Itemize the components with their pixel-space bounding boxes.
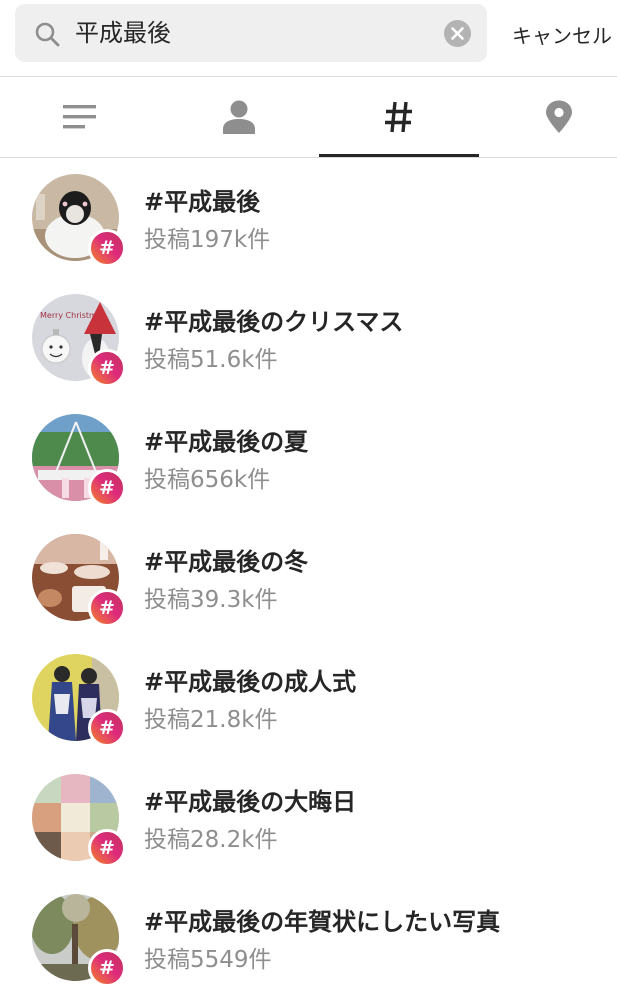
hashtag-name: #平成最後 xyxy=(144,188,261,216)
hashtag-badge-icon: # xyxy=(88,949,126,987)
hashtag-badge-icon: # xyxy=(88,349,126,387)
hashtag-result-row[interactable]: # #平成最後の成人式 投稿21.8k件 xyxy=(0,638,617,758)
post-count: 投稿197k件 xyxy=(144,227,271,253)
hashtag-badge-icon: # xyxy=(88,469,126,507)
hashtag-name: #平成最後の冬 xyxy=(144,548,309,576)
hashtag-result-row[interactable]: # #平成最後の年賀状にしたい写真 投稿5549件 xyxy=(0,878,617,998)
post-count: 投稿39.3k件 xyxy=(144,587,278,613)
hashtag-name: #平成最後の夏 xyxy=(144,428,309,456)
hashtag-result-row[interactable]: # #平成最後の夏 投稿656k件 xyxy=(0,398,617,518)
hashtag-result-row[interactable]: # #平成最後の冬 投稿39.3k件 xyxy=(0,518,617,638)
post-count: 投稿28.2k件 xyxy=(144,827,278,853)
post-count: 投稿5549件 xyxy=(144,947,272,973)
cancel-button[interactable]: キャンセル xyxy=(512,20,612,49)
hashtag-result-row[interactable]: Merry Christmas # #平成最後のクリスマス 投稿51.6k件 xyxy=(0,278,617,398)
post-count: 投稿21.8k件 xyxy=(144,707,278,733)
hashtag-name: #平成最後の成人式 xyxy=(144,668,357,696)
hashtag-badge-icon: # xyxy=(88,589,126,627)
hashtag-result-row[interactable]: # #平成最後 投稿197k件 xyxy=(0,158,617,278)
search-input[interactable] xyxy=(75,4,435,62)
hashtag-badge-icon: # xyxy=(88,709,126,747)
search-header: キャンセル xyxy=(0,0,617,76)
clear-search-icon[interactable] xyxy=(444,20,471,47)
post-count: 投稿51.6k件 xyxy=(144,347,278,373)
hashtag-badge-icon: # xyxy=(88,829,126,867)
search-box[interactable] xyxy=(15,4,487,62)
tab-top[interactable] xyxy=(0,77,160,157)
hashtag-name: #平成最後のクリスマス xyxy=(144,308,404,336)
post-count: 投稿656k件 xyxy=(144,467,271,493)
tab-accounts[interactable] xyxy=(159,77,319,157)
search-tabs xyxy=(0,77,617,157)
hashtag-name: #平成最後の大晦日 xyxy=(144,788,357,816)
hashtag-name: #平成最後の年賀状にしたい写真 xyxy=(144,908,501,936)
hashtag-badge-icon: # xyxy=(88,229,126,267)
hashtag-result-row[interactable]: # #平成最後の大晦日 投稿28.2k件 xyxy=(0,758,617,878)
tab-tags[interactable] xyxy=(319,77,479,157)
search-icon xyxy=(34,21,60,47)
tab-places[interactable] xyxy=(479,77,617,157)
